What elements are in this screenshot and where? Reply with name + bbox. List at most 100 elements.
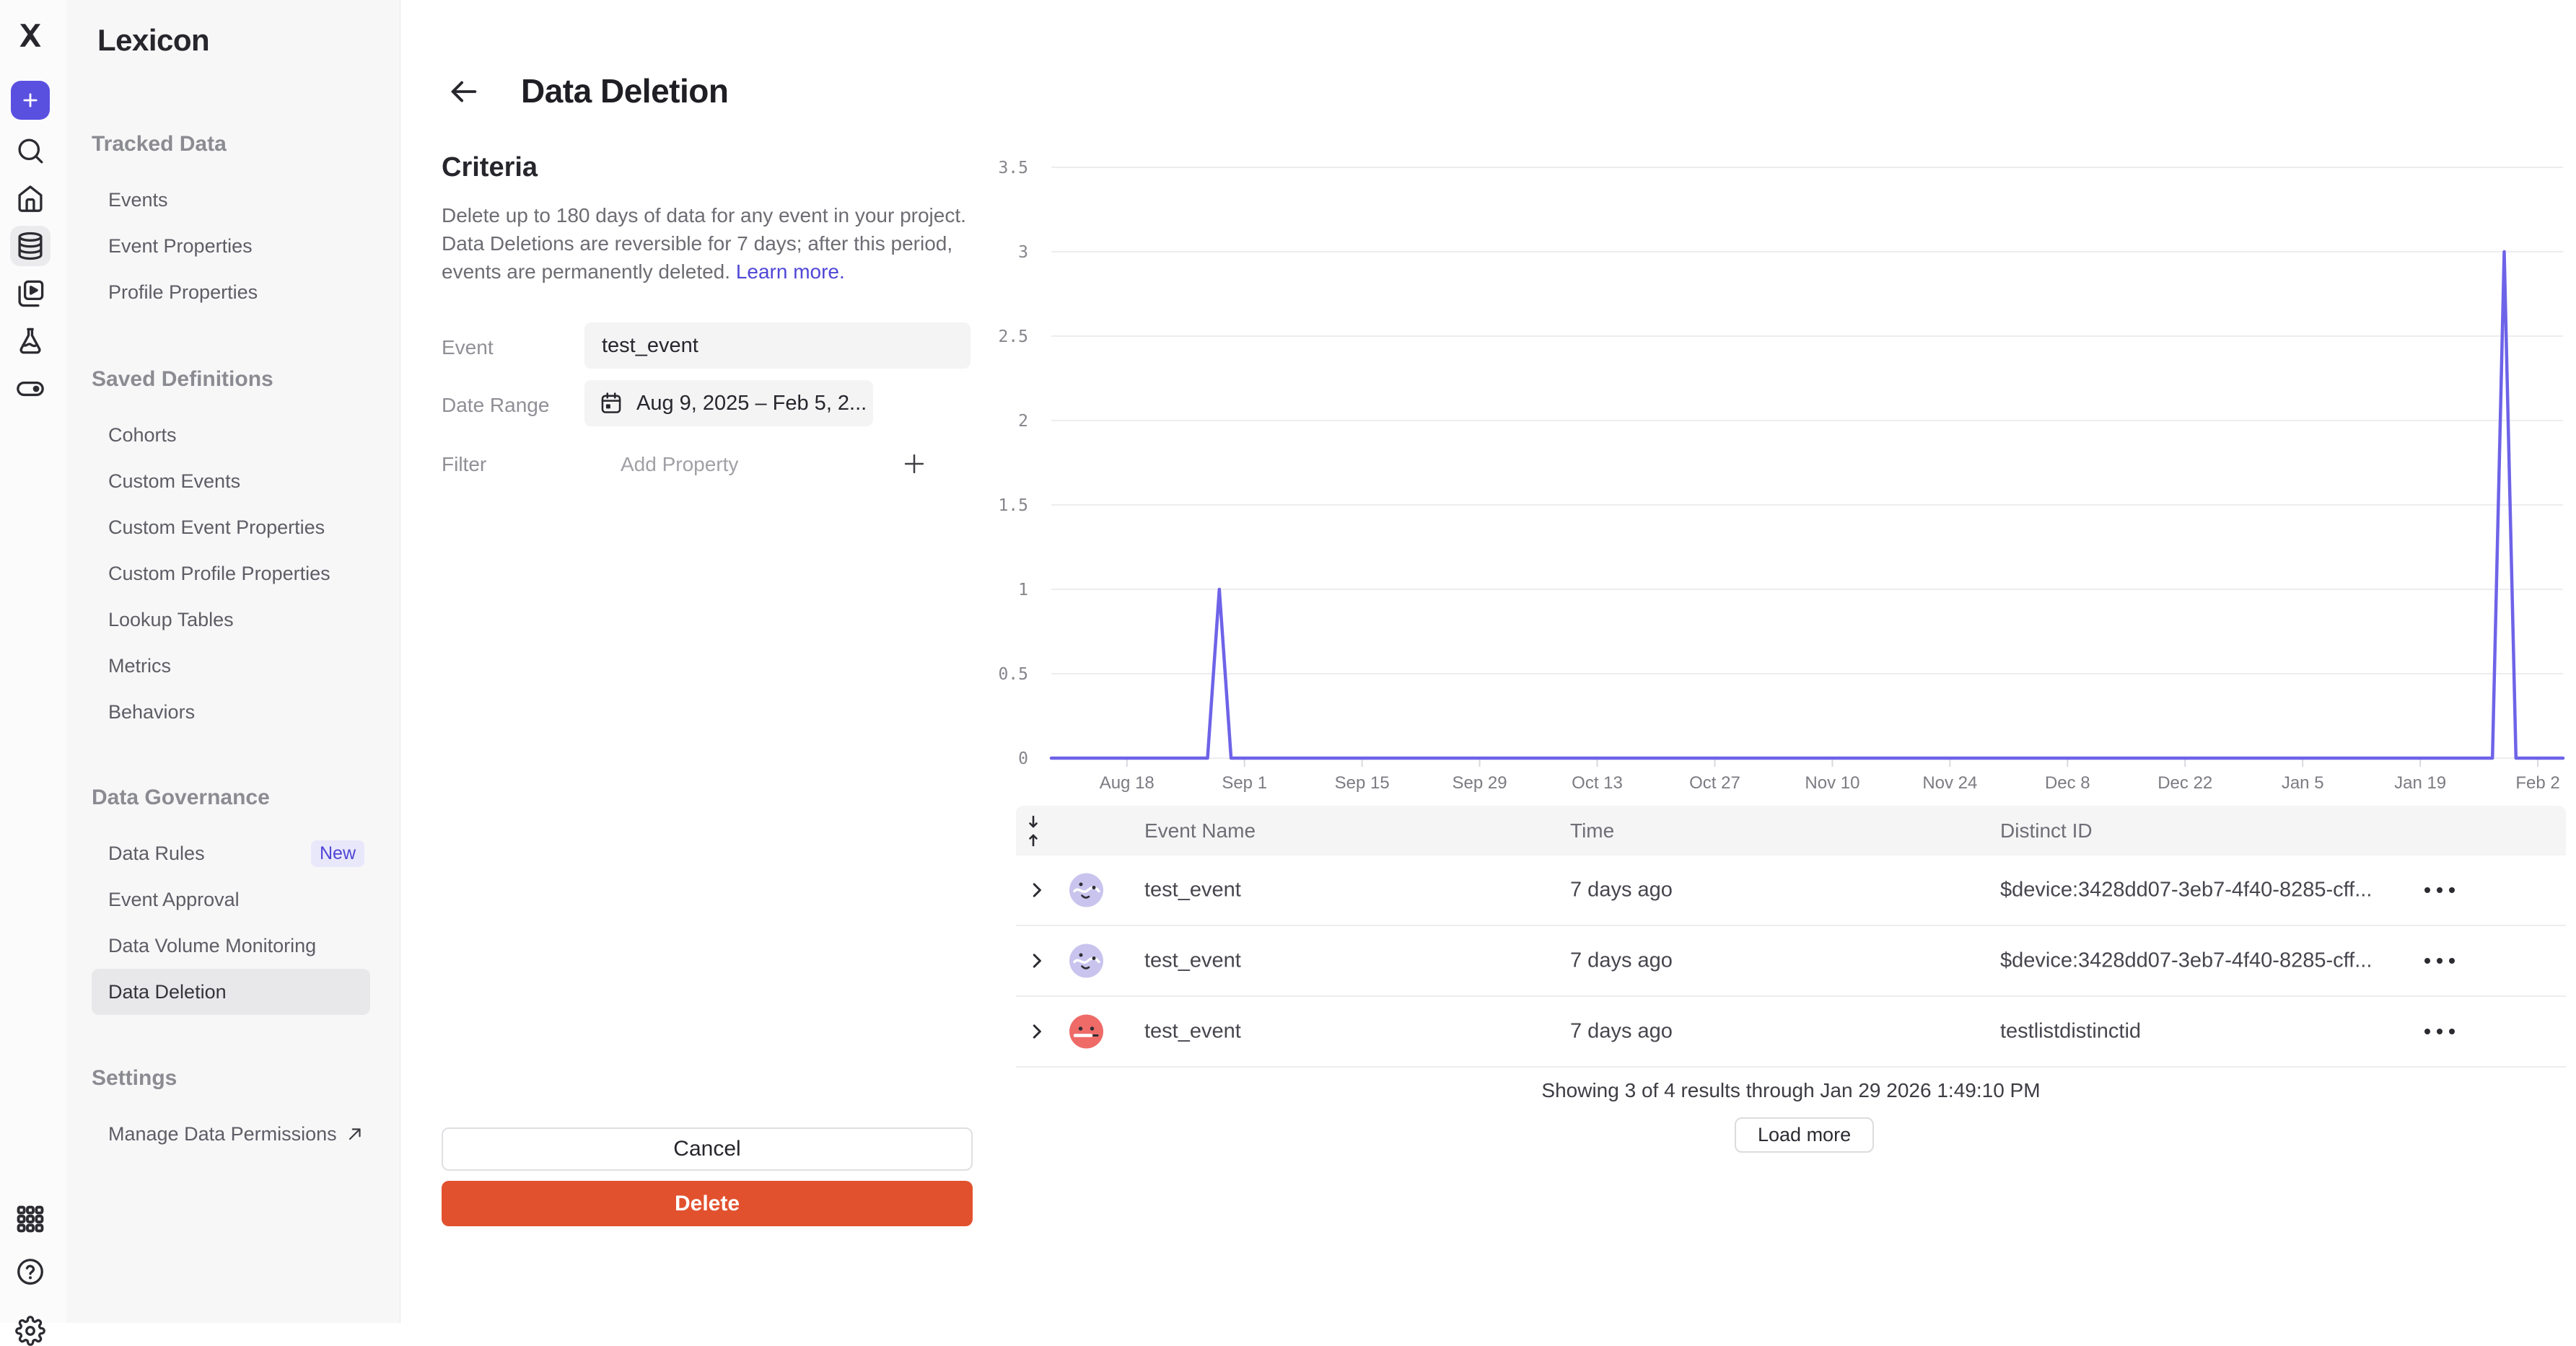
section-heading: Saved Definitions bbox=[92, 369, 400, 390]
date-range-picker[interactable]: Aug 9, 2025 – Feb 5, 2... bbox=[584, 380, 873, 426]
mixpanel-logo-icon[interactable] bbox=[15, 20, 45, 50]
event-name-cell: test_event bbox=[1144, 1020, 1241, 1044]
svg-text:Aug 18: Aug 18 bbox=[1100, 773, 1155, 793]
sort-toggle[interactable] bbox=[1025, 814, 1042, 848]
sidebar-item-lookup-tables[interactable]: Lookup Tables bbox=[108, 597, 400, 643]
add-property-placeholder[interactable]: Add Property bbox=[621, 453, 738, 476]
column-header-distinct-id[interactable]: Distinct ID bbox=[2000, 819, 2093, 843]
plus-icon bbox=[901, 450, 928, 478]
sidebar-item-manage-data-permissions[interactable]: Manage Data Permissions bbox=[108, 1111, 364, 1157]
search-icon[interactable] bbox=[15, 136, 45, 166]
svg-text:Jan 5: Jan 5 bbox=[2282, 773, 2324, 793]
sidebar-item-data-rules[interactable]: Data Rules New bbox=[108, 830, 364, 876]
filter-field-label: Filter bbox=[442, 453, 486, 476]
expand-row-button[interactable] bbox=[1026, 879, 1048, 901]
sidebar-item-events[interactable]: Events bbox=[108, 177, 400, 223]
event-select[interactable]: test_event bbox=[584, 322, 971, 369]
distinct-id-link[interactable]: testlistdistinctid bbox=[2000, 1020, 2141, 1044]
svg-text:2: 2 bbox=[1018, 412, 1028, 431]
sidebar-item-cohorts[interactable]: Cohorts bbox=[108, 412, 400, 458]
table-header: Event Name Time Distinct ID bbox=[1016, 806, 2566, 855]
sidebar-item-label: Manage Data Permissions bbox=[108, 1111, 337, 1157]
column-header-event-name[interactable]: Event Name bbox=[1144, 819, 1256, 843]
load-more-button[interactable]: Load more bbox=[1735, 1117, 1874, 1153]
sidebar-item-metrics[interactable]: Metrics bbox=[108, 643, 400, 689]
app-rail bbox=[0, 0, 67, 1323]
section-settings: Settings Manage Data Permissions bbox=[66, 1068, 400, 1157]
table-row: test_event 7 days ago $device:3428dd07-3… bbox=[1016, 926, 2566, 997]
time-cell: 7 days ago bbox=[1570, 949, 1673, 973]
create-button[interactable] bbox=[11, 81, 50, 120]
event-volume-chart: 00.511.522.533.5Aug 18Sep 1Sep 15Sep 29O… bbox=[960, 155, 2576, 797]
svg-text:2.5: 2.5 bbox=[998, 327, 1028, 346]
settings-gear-icon[interactable] bbox=[15, 1316, 45, 1346]
svg-text:Sep 1: Sep 1 bbox=[1222, 773, 1267, 793]
table-row: test_event 7 days ago testlistdistinctid bbox=[1016, 997, 2566, 1068]
arrow-left-icon bbox=[447, 75, 480, 108]
event-field-label: Event bbox=[442, 336, 494, 359]
lexicon-sidebar: Lexicon Tracked Data Events Event Proper… bbox=[66, 0, 400, 1323]
delete-button[interactable]: Delete bbox=[442, 1181, 973, 1226]
distinct-id-link[interactable]: $device:3428dd07-3eb7-4f40-8285-cff... bbox=[2000, 879, 2372, 902]
boards-icon[interactable] bbox=[15, 278, 45, 309]
sort-arrows-icon bbox=[1025, 814, 1042, 848]
user-avatar bbox=[1069, 944, 1103, 978]
svg-text:Dec 8: Dec 8 bbox=[2045, 773, 2090, 793]
data-management-icon[interactable] bbox=[15, 231, 45, 261]
section-tracked-data: Tracked Data Events Event Properties Pro… bbox=[66, 133, 400, 315]
chevron-right-icon bbox=[1026, 950, 1048, 972]
row-menu-button[interactable] bbox=[2424, 1017, 2468, 1046]
sidebar-item-custom-profile-properties[interactable]: Custom Profile Properties bbox=[108, 550, 400, 597]
section-heading: Tracked Data bbox=[92, 133, 400, 155]
svg-text:3.5: 3.5 bbox=[998, 159, 1028, 177]
date-range-value: Aug 9, 2025 – Feb 5, 2... bbox=[636, 392, 867, 415]
user-avatar bbox=[1069, 874, 1103, 907]
sidebar-item-event-properties[interactable]: Event Properties bbox=[108, 223, 400, 269]
time-cell: 7 days ago bbox=[1570, 1020, 1673, 1044]
sidebar-item-custom-events[interactable]: Custom Events bbox=[108, 458, 400, 504]
sidebar-item-label: Data Rules bbox=[108, 830, 205, 876]
sidebar-item-behaviors[interactable]: Behaviors bbox=[108, 689, 400, 735]
home-icon[interactable] bbox=[15, 183, 45, 214]
sidebar-item-data-volume-monitoring[interactable]: Data Volume Monitoring bbox=[108, 923, 400, 969]
expand-row-button[interactable] bbox=[1026, 1021, 1048, 1042]
add-filter-button[interactable] bbox=[901, 450, 928, 478]
section-heading: Settings bbox=[92, 1068, 400, 1089]
svg-text:Oct 13: Oct 13 bbox=[1572, 773, 1623, 793]
section-heading: Data Governance bbox=[92, 787, 400, 809]
user-avatar bbox=[1069, 1015, 1103, 1049]
sidebar-item-data-deletion[interactable]: Data Deletion bbox=[92, 969, 370, 1015]
apps-grid-icon[interactable] bbox=[15, 1204, 45, 1234]
experiments-flask-icon[interactable] bbox=[15, 326, 45, 356]
description-line: Data Deletions are reversible for 7 days… bbox=[442, 229, 966, 258]
sidebar-item-custom-event-properties[interactable]: Custom Event Properties bbox=[108, 504, 400, 550]
time-cell: 7 days ago bbox=[1570, 879, 1673, 902]
plus-icon bbox=[20, 90, 40, 110]
svg-text:Jan 19: Jan 19 bbox=[2394, 773, 2446, 793]
chevron-right-icon bbox=[1026, 1021, 1048, 1042]
svg-text:Sep 29: Sep 29 bbox=[1453, 773, 1507, 793]
learn-more-link[interactable]: Learn more. bbox=[736, 260, 845, 283]
row-menu-button[interactable] bbox=[2424, 946, 2468, 975]
back-button[interactable] bbox=[447, 75, 480, 108]
date-range-field-label: Date Range bbox=[442, 394, 549, 417]
svg-text:0: 0 bbox=[1018, 749, 1028, 768]
sidebar-item-event-approval[interactable]: Event Approval bbox=[108, 876, 400, 923]
svg-text:1.5: 1.5 bbox=[998, 496, 1028, 515]
criteria-description: Delete up to 180 days of data for any ev… bbox=[442, 201, 966, 286]
sidebar-item-profile-properties[interactable]: Profile Properties bbox=[108, 269, 400, 315]
calendar-icon bbox=[599, 391, 623, 415]
expand-row-button[interactable] bbox=[1026, 950, 1048, 972]
svg-text:Sep 15: Sep 15 bbox=[1335, 773, 1390, 793]
feature-flags-toggle-icon[interactable] bbox=[15, 374, 45, 404]
column-header-time[interactable]: Time bbox=[1570, 819, 1614, 843]
distinct-id-link[interactable]: $device:3428dd07-3eb7-4f40-8285-cff... bbox=[2000, 949, 2372, 973]
help-icon[interactable] bbox=[15, 1257, 45, 1287]
row-menu-button[interactable] bbox=[2424, 876, 2468, 905]
svg-text:0.5: 0.5 bbox=[998, 665, 1028, 684]
description-line: Delete up to 180 days of data for any ev… bbox=[442, 201, 966, 229]
section-data-governance: Data Governance Data Rules New Event App… bbox=[66, 787, 400, 1015]
svg-text:Oct 27: Oct 27 bbox=[1689, 773, 1740, 793]
event-select-value: test_event bbox=[602, 334, 698, 358]
cancel-button[interactable]: Cancel bbox=[442, 1127, 973, 1171]
